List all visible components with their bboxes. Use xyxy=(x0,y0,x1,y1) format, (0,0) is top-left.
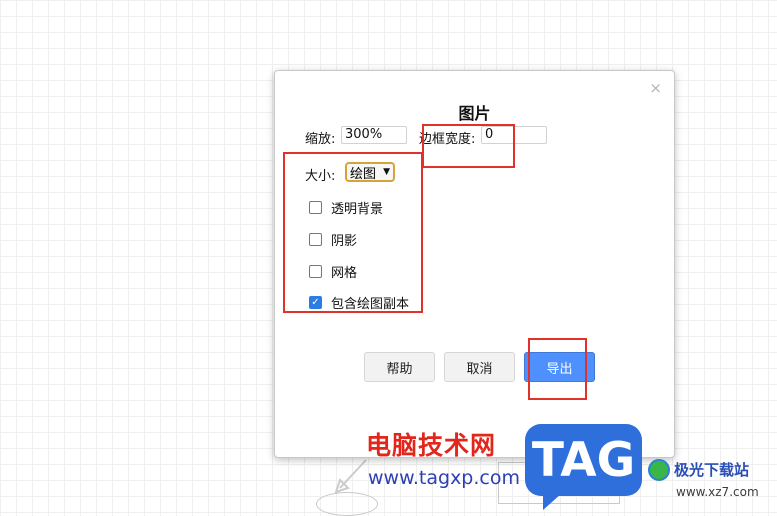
export-button[interactable]: 导出 xyxy=(524,352,595,382)
checkbox-grid[interactable]: 网格 xyxy=(309,262,357,281)
checkbox-shadow[interactable]: 阴影 xyxy=(309,230,357,249)
site-logo-icon xyxy=(648,459,670,481)
border-width-label: 边框宽度: xyxy=(419,132,476,147)
checkbox-label: 透明背景 xyxy=(331,202,384,217)
checkbox-label: 阴影 xyxy=(331,234,358,249)
watermark-site2-name: 极光下载站 xyxy=(674,461,750,479)
zoom-input[interactable]: 300% xyxy=(341,126,407,144)
close-icon[interactable]: × xyxy=(649,79,662,97)
connector-arrow xyxy=(334,459,367,494)
checkbox-icon[interactable] xyxy=(309,233,322,246)
chevron-down-icon: ▼ xyxy=(383,167,390,177)
checkbox-icon[interactable] xyxy=(309,265,322,278)
watermark-tag-logo: TAG xyxy=(525,424,642,510)
checkbox-label: 网格 xyxy=(331,266,358,281)
export-image-dialog: × 图片 缩放: 300% 边框宽度: 0 大小: 绘图 ▼ 透明背景 阴影 网… xyxy=(274,70,675,458)
watermark-site-url: www.tagxp.com xyxy=(368,467,520,489)
border-width-input[interactable]: 0 xyxy=(481,126,547,144)
checkbox-label: 包含绘图副本 xyxy=(331,297,410,312)
size-select[interactable]: 绘图 ▼ xyxy=(345,162,395,182)
watermark-site2-url: www.xz7.com xyxy=(676,485,759,499)
checkbox-transparent-background[interactable]: 透明背景 xyxy=(309,198,383,217)
watermark-download-site: 极光下载站 www.xz7.com xyxy=(648,455,776,509)
dialog-title: 图片 xyxy=(458,104,491,123)
checkbox-icon[interactable] xyxy=(309,201,322,214)
help-button[interactable]: 帮助 xyxy=(364,352,435,382)
checkmark-icon[interactable]: ✓ xyxy=(309,296,322,309)
size-label: 大小: xyxy=(305,169,336,184)
watermark-site-name: 电脑技术网 xyxy=(366,431,497,460)
cancel-button[interactable]: 取消 xyxy=(444,352,515,382)
checkbox-include-copy[interactable]: ✓ 包含绘图副本 xyxy=(309,293,409,312)
size-select-value: 绘图 xyxy=(350,166,377,182)
zoom-label: 缩放: xyxy=(305,132,336,147)
